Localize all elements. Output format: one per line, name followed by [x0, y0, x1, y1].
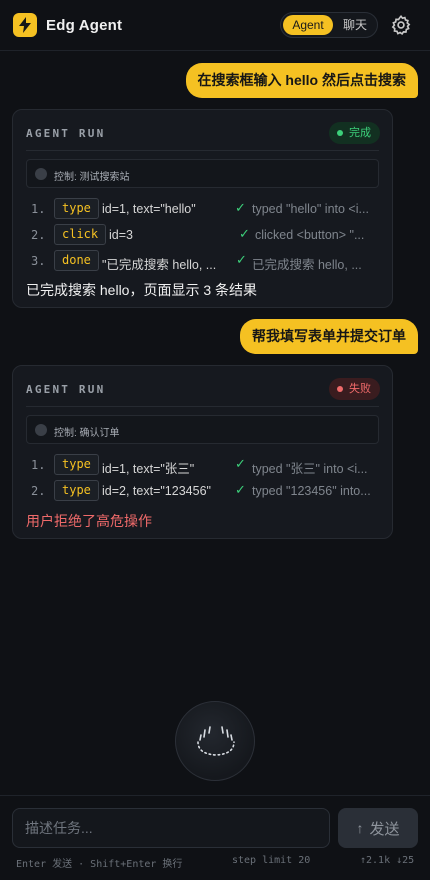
token-count: ↑2.1k ↓25	[360, 855, 415, 866]
control-target: 控制: 确认订单	[26, 415, 379, 444]
check-icon: ✓	[235, 200, 246, 215]
step-action: type	[54, 198, 99, 219]
step-number: 3.	[31, 254, 46, 268]
step-args: id=2, text="123456"	[102, 484, 211, 498]
step-number: 1.	[31, 458, 46, 472]
send-button[interactable]: ↑ 发送	[338, 808, 418, 848]
status-dot	[337, 386, 343, 392]
step-row: 1. type id=1, text="张三" ✓ typed "张三" int…	[13, 454, 394, 476]
run-label: AGENT RUN	[26, 127, 106, 140]
step-args: id=1, text="张三"	[102, 462, 195, 476]
step-limit: step limit 20	[232, 855, 311, 866]
step-result: typed "hello" into <i...	[252, 202, 369, 216]
agent-run-card: AGENT RUN 完成 控制: 测试搜索站 1. type id=1, tex…	[12, 109, 393, 308]
divider	[26, 150, 379, 151]
step-result: typed "张三" into <i...	[252, 462, 368, 476]
step-number: 1.	[31, 202, 46, 216]
status-badge: 完成	[329, 122, 380, 144]
arrow-up-icon: ↑	[356, 820, 364, 836]
send-label: 发送	[369, 820, 400, 838]
task-input[interactable]	[12, 808, 330, 848]
step-number: 2.	[31, 228, 46, 242]
divider	[26, 406, 379, 407]
mode-chat-button[interactable]: 聊天	[335, 15, 375, 35]
check-icon: ✓	[235, 482, 246, 497]
check-icon: ✓	[239, 226, 250, 241]
gear-icon[interactable]	[390, 14, 412, 36]
step-action: type	[54, 480, 99, 501]
composer: ↑ 发送 Enter 发送 · Shift+Enter 换行 step limi…	[0, 795, 430, 880]
step-action: type	[54, 454, 99, 475]
check-icon: ✓	[236, 252, 247, 267]
step-row: 3. done "已完成搜索 hello, ... ✓ 已完成搜索 hello,…	[13, 250, 394, 272]
run-summary: 用户拒绝了高危操作	[26, 513, 152, 529]
status-dot	[337, 130, 343, 136]
step-args: "已完成搜索 hello, ...	[102, 258, 217, 272]
run-label: AGENT RUN	[26, 383, 106, 396]
status-label: 完成	[349, 127, 371, 139]
step-row: 2. click id=3 ✓ clicked <button> "...	[13, 224, 394, 246]
waveform-icon	[197, 726, 235, 756]
run-summary: 已完成搜索 hello，页面显示 3 条结果	[26, 282, 258, 298]
step-number: 2.	[31, 484, 46, 498]
control-dot	[35, 424, 47, 436]
mode-toggle: Agent 聊天	[280, 12, 378, 38]
control-label: 控制: 测试搜索站	[54, 172, 130, 183]
check-icon: ✓	[235, 456, 246, 471]
status-label: 失败	[349, 383, 371, 395]
user-message: 帮我填写表单并提交订单	[240, 319, 418, 354]
voice-orb-button[interactable]	[175, 701, 255, 781]
step-args: id=3	[109, 228, 133, 242]
step-result: typed "123456" into...	[252, 484, 371, 498]
mode-agent-button[interactable]: Agent	[283, 15, 333, 35]
step-result: clicked <button> "...	[255, 228, 365, 242]
step-action: done	[54, 250, 99, 271]
app-header: Edg Agent Agent 聊天	[0, 0, 430, 51]
step-args: id=1, text="hello"	[102, 202, 196, 216]
status-badge: 失败	[329, 378, 380, 400]
step-action: click	[54, 224, 107, 245]
lightning-bolt-icon	[13, 13, 37, 37]
user-message: 在搜索框输入 hello 然后点击搜索	[185, 63, 418, 98]
app-title: Edg Agent	[46, 17, 123, 34]
agent-run-card: AGENT RUN 失败 控制: 确认订单 1. type id=1, text…	[12, 365, 393, 539]
keyboard-hint: Enter 发送 · Shift+Enter 换行	[16, 859, 183, 870]
step-row: 1. type id=1, text="hello" ✓ typed "hell…	[13, 198, 394, 220]
control-target: 控制: 测试搜索站	[26, 159, 379, 188]
step-result: 已完成搜索 hello, ...	[252, 258, 362, 272]
control-label: 控制: 确认订单	[54, 428, 120, 439]
step-row: 2. type id=2, text="123456" ✓ typed "123…	[13, 480, 394, 502]
control-dot	[35, 168, 47, 180]
